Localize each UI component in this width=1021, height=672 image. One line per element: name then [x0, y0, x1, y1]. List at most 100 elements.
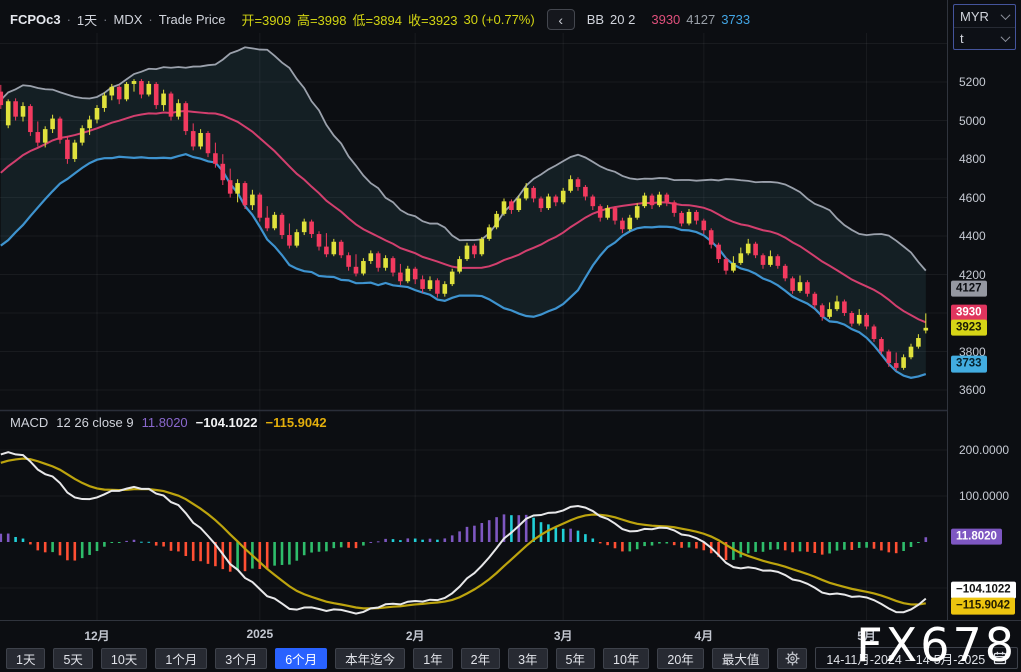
- interval-label[interactable]: 1天: [77, 10, 97, 29]
- time-axis-month-label: 3月: [554, 627, 573, 644]
- currency-unit-panel: MYR t: [953, 4, 1016, 50]
- candle-body: [235, 183, 240, 194]
- macd-histogram-bar: [377, 541, 380, 542]
- candle-body: [679, 213, 684, 224]
- calendar-icon: [993, 651, 1007, 665]
- unit-select[interactable]: t: [954, 27, 1015, 49]
- macd-histogram-bar: [451, 535, 454, 542]
- macd-histogram-bar: [259, 542, 262, 569]
- macd-histogram-bar: [414, 539, 417, 542]
- date-range-picker[interactable]: 14-11月-2024 – 14-5月-2025: [815, 647, 1018, 669]
- candle-body: [583, 187, 588, 197]
- change-value: 30 (+0.77%): [464, 12, 535, 27]
- range-button-1个月[interactable]: 1个月: [155, 648, 207, 669]
- macd-histogram-bar: [495, 517, 498, 542]
- range-button-5天[interactable]: 5天: [53, 648, 92, 669]
- range-button-6个月[interactable]: 6个月: [275, 648, 327, 669]
- macd-histogram-bar: [636, 542, 639, 549]
- macd-histogram-bar: [777, 542, 780, 549]
- candle-body: [132, 81, 137, 84]
- candle-body: [50, 119, 55, 130]
- candle-body: [568, 179, 573, 191]
- macd-histogram-bar: [740, 542, 743, 557]
- currency-select[interactable]: MYR: [954, 5, 1015, 27]
- candle-body: [746, 244, 751, 254]
- axis-price-badge: 3733: [951, 356, 987, 373]
- macd-histogram-bar: [895, 542, 898, 553]
- bb-basis-value: 3930: [651, 12, 680, 27]
- macd-histogram-bar: [281, 542, 284, 565]
- candle-body: [872, 326, 877, 339]
- range-button-2年[interactable]: 2年: [461, 648, 500, 669]
- candle-body: [894, 363, 899, 368]
- candle-body: [864, 315, 869, 327]
- macd-histogram-bar: [192, 542, 195, 561]
- macd-histogram-bar: [266, 542, 269, 569]
- candle-body: [635, 206, 640, 218]
- range-toolbar: 1天 5天 10天 1个月 3个月 6个月本年迄今 1年 2年 3年 5年 10年 20年最大值 14…: [0, 646, 1021, 672]
- candle-body: [450, 272, 455, 285]
- candle-body: [731, 263, 736, 271]
- candle-body: [413, 269, 418, 280]
- candle-body: [472, 246, 477, 255]
- candle-body: [228, 180, 233, 193]
- macd-histogram-bar: [799, 542, 802, 551]
- range-settings-button[interactable]: [777, 648, 807, 669]
- macd-indicator-name[interactable]: MACD: [10, 415, 48, 430]
- candle-body: [457, 259, 462, 272]
- candle-body: [443, 284, 448, 294]
- range-button-10年[interactable]: 10年: [603, 648, 649, 669]
- range-button-20年[interactable]: 20年: [657, 648, 703, 669]
- candle-body: [665, 195, 670, 203]
- macd-histogram-bar: [325, 542, 328, 551]
- legend-back-button[interactable]: ‹: [547, 9, 575, 30]
- candle-body: [95, 108, 100, 120]
- candle-body: [827, 309, 832, 317]
- macd-histogram-bar: [466, 527, 469, 542]
- range-button-最大值[interactable]: 最大值: [712, 648, 770, 669]
- candle-body: [857, 315, 862, 324]
- candle-body: [428, 280, 433, 289]
- candle-body: [73, 143, 78, 159]
- range-button-本年迄今[interactable]: 本年迄今: [335, 648, 405, 669]
- candle-body: [642, 196, 647, 207]
- price-macd-chart[interactable]: [0, 0, 947, 620]
- macd-histogram-bar: [177, 542, 180, 551]
- range-button-3个月[interactable]: 3个月: [215, 648, 267, 669]
- macd-histogram-bar: [288, 542, 291, 565]
- time-axis[interactable]: 12月20252月3月4月5月: [0, 620, 1021, 646]
- macd-histogram-bar: [555, 528, 558, 542]
- macd-histogram-bar: [14, 537, 17, 542]
- candle-body: [287, 235, 292, 246]
- range-button-1年[interactable]: 1年: [413, 648, 452, 669]
- macd-histogram-bar: [29, 542, 32, 544]
- range-button-10天[interactable]: 10天: [101, 648, 147, 669]
- bb-indicator-name[interactable]: BB: [587, 12, 604, 27]
- macd-histogram-bar: [133, 540, 136, 542]
- candle-body: [376, 253, 381, 267]
- macd-histogram-bar: [828, 542, 831, 553]
- range-button-5年[interactable]: 5年: [556, 648, 595, 669]
- candle-body: [80, 128, 85, 142]
- candle-body: [213, 153, 218, 164]
- macd-histogram-bar: [118, 542, 121, 543]
- candle-body: [546, 197, 551, 209]
- range-button-1天[interactable]: 1天: [6, 648, 45, 669]
- candle-body: [790, 278, 795, 291]
- candle-body: [58, 119, 63, 140]
- symbol-name[interactable]: FCPOc3: [10, 12, 61, 27]
- price-axis-panel[interactable]: 520050004800460044004200400038003600200.…: [947, 0, 1021, 620]
- series-type-label: Trade Price: [159, 12, 226, 27]
- candle-body: [613, 208, 618, 221]
- candle-body: [147, 84, 152, 95]
- candle-body: [598, 206, 603, 218]
- candle-body: [650, 196, 655, 206]
- macd-histogram-bar: [680, 542, 683, 548]
- macd-histogram-bar: [170, 542, 173, 551]
- candle-body: [102, 95, 107, 108]
- macd-histogram-bar: [407, 538, 410, 542]
- macd-histogram-bar: [910, 542, 913, 547]
- candle-body: [383, 258, 388, 268]
- range-button-3年[interactable]: 3年: [508, 648, 547, 669]
- candle-body: [628, 218, 633, 230]
